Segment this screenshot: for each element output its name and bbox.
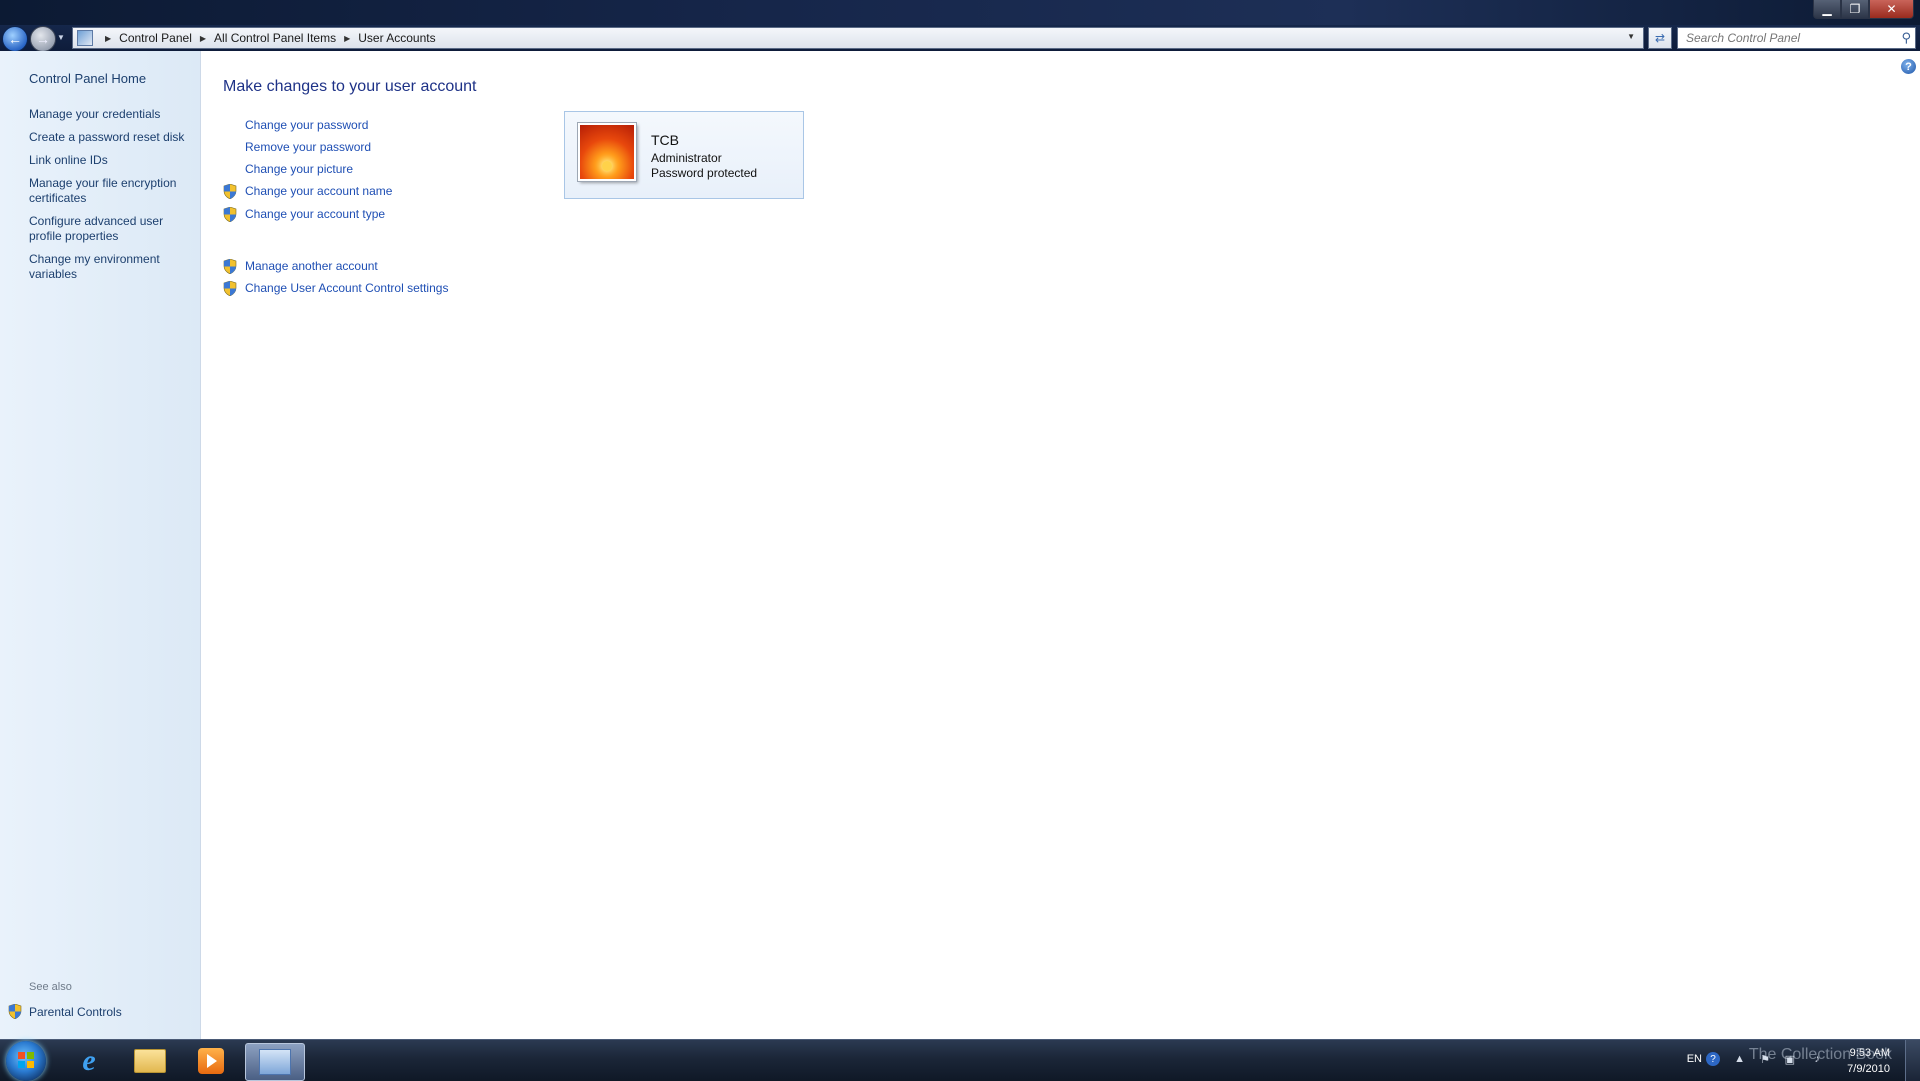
- taskbar-media-player[interactable]: [182, 1043, 240, 1079]
- uac-shield-icon: [223, 259, 237, 274]
- search-icon[interactable]: ⚲: [1901, 30, 1911, 46]
- account-status: Password protected: [651, 166, 758, 180]
- account-tile: TCB Administrator Password protected: [564, 111, 804, 199]
- change-password-link[interactable]: Change your password: [245, 118, 368, 132]
- title-bar: ▁ ❐ ✕: [0, 0, 1920, 27]
- breadcrumb-separator-icon[interactable]: ▶: [200, 34, 206, 43]
- account-role: Administrator: [651, 151, 722, 165]
- task-pane: Control Panel Home Manage your credentia…: [0, 51, 201, 1039]
- breadcrumb-separator-icon[interactable]: ▶: [344, 34, 350, 43]
- taskbar-internet-explorer[interactable]: e: [60, 1043, 118, 1079]
- back-button[interactable]: ←: [2, 26, 28, 52]
- maximize-button[interactable]: ❐: [1841, 0, 1869, 19]
- task-password-reset-disk[interactable]: Create a password reset disk: [29, 130, 189, 145]
- minimize-button[interactable]: ▁: [1813, 0, 1841, 19]
- recent-pages-dropdown[interactable]: ▼: [57, 33, 65, 42]
- uac-settings-link[interactable]: Change User Account Control settings: [245, 281, 448, 295]
- close-button[interactable]: ✕: [1869, 0, 1914, 19]
- back-arrow-icon: ←: [8, 31, 22, 47]
- taskbar: e EN ? ▲ ⚑ ▣ ♪ 9:53 AM 7/9/2010: [0, 1039, 1920, 1081]
- address-bar[interactable]: ▶ Control Panel ▶ All Control Panel Item…: [72, 27, 1644, 49]
- main-content: Make changes to your user account Change…: [201, 51, 1920, 1039]
- media-player-icon: [198, 1048, 224, 1074]
- see-also-heading: See also: [29, 981, 72, 993]
- windows-explorer-icon: [134, 1049, 166, 1073]
- task-link-online-ids[interactable]: Link online IDs: [29, 153, 189, 168]
- show-desktop-button[interactable]: [1905, 1040, 1920, 1081]
- navigation-bar: ← → ▼ ▶ Control Panel ▶ All Control Pane…: [0, 25, 1920, 52]
- parental-controls-link[interactable]: Parental Controls: [29, 1005, 122, 1019]
- internet-explorer-icon: e: [82, 1044, 96, 1077]
- manage-another-account-link[interactable]: Manage another account: [245, 259, 378, 273]
- show-hidden-icons-icon[interactable]: ▲: [1734, 1053, 1745, 1065]
- task-advanced-profile-properties[interactable]: Configure advanced user profile properti…: [29, 214, 189, 244]
- refresh-icon: ⇄: [1654, 31, 1666, 45]
- search-box[interactable]: ⚲: [1677, 27, 1916, 49]
- language-indicator[interactable]: EN: [1687, 1053, 1702, 1065]
- taskbar-windows-explorer[interactable]: [121, 1043, 179, 1079]
- taskbar-control-panel[interactable]: [245, 1043, 305, 1081]
- page-title: Make changes to your user account: [223, 78, 477, 95]
- control-panel-home-link[interactable]: Control Panel Home: [29, 71, 146, 86]
- search-input[interactable]: [1678, 29, 1896, 47]
- uac-shield-icon: [223, 184, 237, 199]
- window-controls: ▁ ❐ ✕: [1813, 0, 1914, 19]
- change-account-type-link[interactable]: Change your account type: [245, 207, 385, 221]
- start-button[interactable]: [6, 1041, 46, 1081]
- refresh-button[interactable]: ⇄: [1648, 27, 1672, 49]
- breadcrumb-user-accounts[interactable]: User Accounts: [358, 31, 435, 45]
- control-panel-icon: [77, 30, 93, 46]
- task-environment-variables[interactable]: Change my environment variables: [29, 252, 189, 282]
- control-panel-icon: [259, 1049, 291, 1075]
- change-picture-link[interactable]: Change your picture: [245, 162, 353, 176]
- remove-password-link[interactable]: Remove your password: [245, 140, 371, 154]
- watermark-text: The Collection Book: [1748, 1046, 1892, 1063]
- clock-date[interactable]: 7/9/2010: [1847, 1063, 1890, 1075]
- breadcrumb-control-panel[interactable]: Control Panel: [119, 31, 192, 45]
- address-dropdown-icon[interactable]: ▼: [1627, 32, 1635, 41]
- uac-shield-icon: [223, 207, 237, 222]
- tray-help-icon[interactable]: ?: [1706, 1052, 1720, 1066]
- help-icon[interactable]: ?: [1901, 59, 1916, 74]
- breadcrumb-separator-icon[interactable]: ▶: [105, 34, 111, 43]
- task-manage-credentials[interactable]: Manage your credentials: [29, 107, 189, 122]
- forward-arrow-icon: →: [36, 31, 50, 47]
- uac-shield-icon: [223, 281, 237, 296]
- forward-button[interactable]: →: [30, 26, 56, 52]
- account-name: TCB: [651, 132, 679, 148]
- account-picture: [578, 123, 636, 181]
- uac-shield-icon: [8, 1004, 22, 1019]
- change-account-name-link[interactable]: Change your account name: [245, 184, 392, 198]
- task-file-encryption-certificates[interactable]: Manage your file encryption certificates: [29, 176, 189, 206]
- breadcrumb-all-items[interactable]: All Control Panel Items: [214, 31, 336, 45]
